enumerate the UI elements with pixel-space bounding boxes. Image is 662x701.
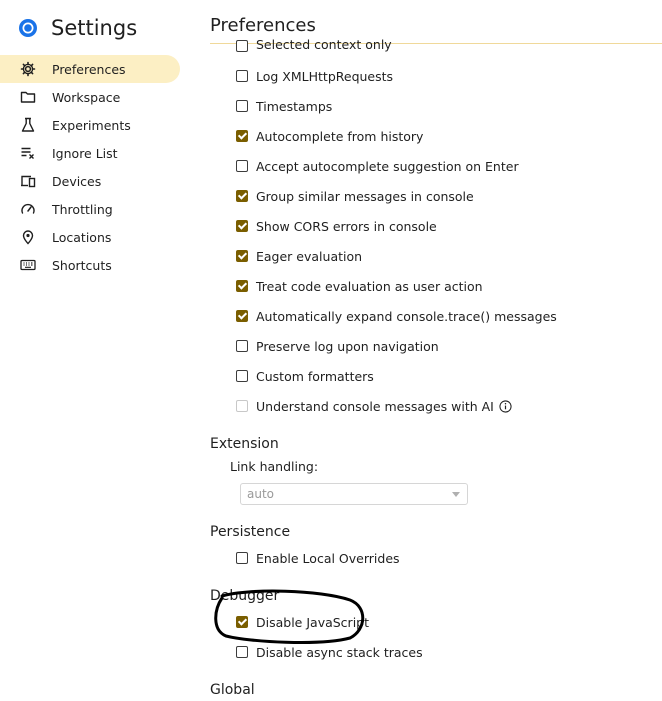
checkbox[interactable] (236, 160, 248, 172)
checkbox-show-cors-errors[interactable]: Show CORS errors in console (236, 216, 437, 236)
checkbox-label: Preserve log upon navigation (256, 338, 439, 354)
checkbox-label: Autocomplete from history (256, 128, 424, 144)
checkbox-label: Understand console messages with AI (256, 398, 494, 414)
sidebar-item-label: Workspace (52, 89, 121, 105)
link-handling-value: auto (247, 487, 275, 501)
checkbox-label: Eager evaluation (256, 248, 363, 264)
chrome-logo-icon (18, 18, 38, 38)
sidebar-item-label: Shortcuts (52, 257, 112, 273)
checkbox[interactable] (236, 70, 248, 82)
section-title-global: Global (210, 682, 255, 698)
section-title-extension: Extension (210, 436, 279, 452)
app-title: Settings (51, 16, 138, 40)
sidebar-header: Settings (18, 14, 137, 42)
page-title: Preferences (210, 15, 316, 36)
checkbox[interactable] (236, 370, 248, 382)
flask-icon (20, 117, 36, 133)
checkbox[interactable] (236, 340, 248, 352)
checkbox-eager-evaluation[interactable]: Eager evaluation (236, 246, 362, 266)
sidebar-item-preferences[interactable]: Preferences (0, 55, 180, 83)
section-title-debugger: Debugger (210, 588, 280, 604)
checkbox-enable-local-overrides[interactable]: Enable Local Overrides (236, 548, 400, 568)
sidebar-item-label: Experiments (52, 117, 131, 133)
sidebar: Settings Preferences Workspace Experimen… (0, 0, 193, 701)
checkbox-label: Accept autocomplete suggestion on Enter (256, 158, 519, 174)
checkbox-group-similar-messages[interactable]: Group similar messages in console (236, 186, 474, 206)
checkbox[interactable] (236, 310, 248, 322)
checkbox[interactable] (236, 552, 248, 564)
checkbox[interactable] (236, 250, 248, 262)
sidebar-item-label: Preferences (52, 61, 126, 77)
sidebar-item-experiments[interactable]: Experiments (0, 111, 180, 139)
checkbox-label: Disable JavaScript (256, 614, 370, 630)
chevron-down-icon (452, 492, 460, 497)
checkbox[interactable] (236, 100, 248, 112)
checkbox-label: Disable async stack traces (256, 644, 423, 660)
checkbox-timestamps[interactable]: Timestamps (236, 96, 332, 116)
keyboard-icon (20, 257, 36, 273)
link-handling-label: Link handling: (230, 459, 319, 474)
sidebar-nav: Preferences Workspace Experiments Ignore… (0, 55, 180, 279)
checkbox-label: Show CORS errors in console (256, 218, 437, 234)
sidebar-item-label: Locations (52, 229, 112, 245)
sidebar-item-shortcuts[interactable]: Shortcuts (0, 251, 180, 279)
checkbox[interactable] (236, 400, 248, 412)
checkbox-treat-code-evaluation[interactable]: Treat code evaluation as user action (236, 276, 483, 296)
checkbox-autocomplete-from-history[interactable]: Autocomplete from history (236, 126, 423, 146)
checkbox[interactable] (236, 280, 248, 292)
checkbox[interactable] (236, 40, 248, 52)
checkbox-label: Custom formatters (256, 368, 374, 384)
checkbox-label: Treat code evaluation as user action (256, 278, 483, 294)
sidebar-item-throttling[interactable]: Throttling (0, 195, 180, 223)
location-pin-icon (20, 229, 36, 245)
checkbox[interactable] (236, 616, 248, 628)
link-handling-select[interactable]: auto (240, 483, 468, 505)
checkbox-selected-context-only[interactable]: Selected context only (236, 38, 392, 52)
checkbox-auto-expand-console-trace[interactable]: Automatically expand console.trace() mes… (236, 306, 557, 326)
sidebar-item-ignore-list[interactable]: Ignore List (0, 139, 180, 167)
checkbox[interactable] (236, 130, 248, 142)
checkbox-disable-javascript[interactable]: Disable JavaScript (236, 612, 369, 632)
checkbox-disable-async-stack-traces[interactable]: Disable async stack traces (236, 642, 423, 662)
checkbox-custom-formatters[interactable]: Custom formatters (236, 366, 374, 386)
folder-icon (20, 89, 36, 105)
settings-main-panel: Preferences Selected context only Log XM… (193, 0, 662, 701)
checkbox-accept-autocomplete-on-enter[interactable]: Accept autocomplete suggestion on Enter (236, 156, 519, 176)
info-icon[interactable] (499, 399, 512, 413)
devices-icon (20, 173, 36, 189)
sidebar-item-label: Throttling (52, 201, 113, 217)
checkbox-label: Group similar messages in console (256, 188, 474, 204)
sidebar-item-label: Devices (52, 173, 102, 189)
checkbox[interactable] (236, 220, 248, 232)
checkbox-label: Automatically expand console.trace() mes… (256, 308, 557, 324)
gauge-icon (20, 201, 36, 217)
checkbox-label: Selected context only (256, 38, 392, 52)
checkbox-label: Log XMLHttpRequests (256, 68, 394, 84)
checkbox-label: Enable Local Overrides (256, 550, 400, 566)
checkbox-label: Timestamps (256, 98, 333, 114)
checkbox-log-xmlhttprequests[interactable]: Log XMLHttpRequests (236, 66, 393, 86)
sidebar-item-devices[interactable]: Devices (0, 167, 180, 195)
ignore-list-icon (20, 145, 36, 161)
sidebar-item-workspace[interactable]: Workspace (0, 83, 180, 111)
checkbox[interactable] (236, 190, 248, 202)
checkbox-understand-console-with-ai[interactable]: Understand console messages with AI (236, 396, 512, 416)
sidebar-item-label: Ignore List (52, 145, 118, 161)
checkbox[interactable] (236, 646, 248, 658)
sidebar-item-locations[interactable]: Locations (0, 223, 180, 251)
section-title-persistence: Persistence (210, 524, 291, 540)
gear-icon (20, 61, 36, 77)
checkbox-preserve-log[interactable]: Preserve log upon navigation (236, 336, 439, 356)
